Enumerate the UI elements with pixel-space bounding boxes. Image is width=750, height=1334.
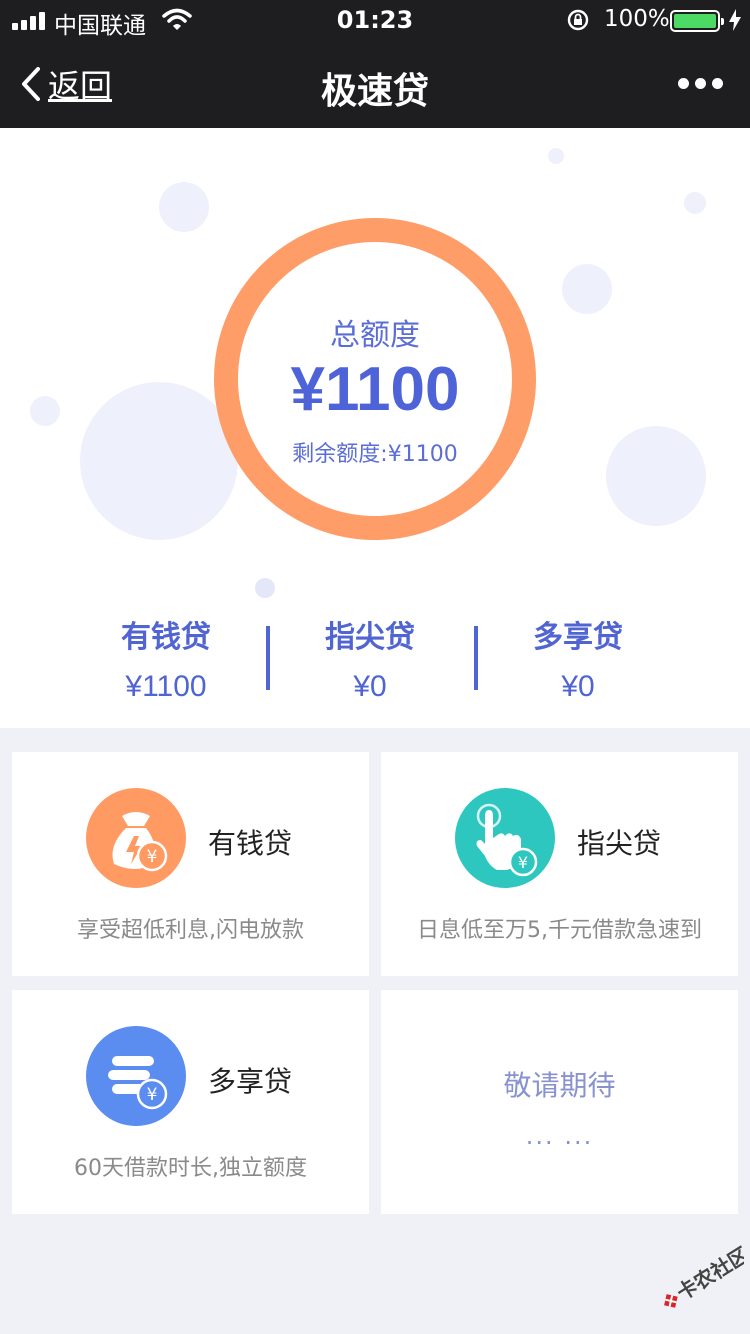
credit-ring: 总额度 ¥1100 剩余额度:¥1100 [214,218,536,540]
summary-name: 有钱贷 [121,620,211,655]
decor-bubble [548,148,564,164]
product-desc: 60天借款时长,独立额度 [74,1156,307,1181]
decor-bubble [606,426,706,526]
product-desc: 享受超低利息,闪电放款 [77,918,304,943]
product-title: 指尖贷 [577,827,662,860]
coming-soon-dots: ... ... [525,1122,594,1150]
summary-value: ¥1100 [125,670,207,703]
svg-text:¥: ¥ [147,1085,158,1105]
summary-item: 指尖贷 ¥0 [270,612,470,704]
decor-bubble [159,182,209,232]
decor-bubble [684,192,706,214]
page-title: 极速贷 [320,71,429,112]
summary-item: 多享贷 ¥0 [478,612,678,704]
summary-item: 有钱贷 ¥1100 [66,612,266,704]
nav-bar: 返回 极速贷 [0,40,750,128]
svg-text:¥: ¥ [518,853,528,872]
coming-soon-card: 敬请期待 ... ... [381,990,738,1214]
coming-soon-title: 敬请期待 [503,1069,616,1102]
battery-icon [670,10,724,32]
total-credit-amount: ¥1100 [290,355,460,424]
product-title: 多享贷 [208,1065,293,1098]
svg-text:卡农社区: 卡农社区 [672,1244,744,1305]
more-dot-icon [678,78,689,89]
watermark: 卡农社区 [648,1242,750,1310]
rotation-lock-icon [566,8,590,38]
summary-value: ¥0 [561,670,595,703]
battery-percent: 100% [604,6,670,32]
product-desc: 日息低至万5,千元借款急速到 [417,918,702,943]
more-dot-icon [712,78,723,89]
product-card-duoxiangdai[interactable]: ¥ 多享贷 60天借款时长,独立额度 [12,990,369,1214]
more-menu-button[interactable] [678,78,723,89]
decor-bubble [80,382,238,540]
decor-bubble [562,264,612,314]
status-bar: 中国联通 01:23 100% [0,0,750,40]
product-card-zhijiandai[interactable]: ¥ 指尖贷 日息低至万5,千元借款急速到 [381,752,738,976]
decor-bubble [255,578,275,598]
loan-summary: 有钱贷 ¥1100 指尖贷 ¥0 多享贷 ¥0 [0,612,750,704]
money-bag-icon: ¥ [86,788,186,888]
battery-level [674,14,716,28]
app-header: 中国联通 01:23 100% 返回 极速贷 [0,0,750,128]
product-title: 有钱贷 [208,827,293,860]
finger-tap-icon: ¥ [455,788,555,888]
more-dot-icon [695,78,706,89]
summary-name: 多享贷 [533,620,623,655]
total-credit-label: 总额度 [330,318,420,353]
svg-text:¥: ¥ [147,847,158,867]
credit-overview: 总额度 ¥1100 剩余额度:¥1100 有钱贷 ¥1100 指尖贷 ¥0 多享… [0,128,750,728]
knot-logo-icon: 卡农社区 [664,1242,750,1308]
summary-value: ¥0 [353,670,387,703]
charging-icon [728,8,742,38]
remaining-credit: 剩余额度:¥1100 [292,442,458,467]
summary-name: 指尖贷 [325,620,415,655]
decor-bubble [30,396,60,426]
product-card-youqiandai[interactable]: ¥ 有钱贷 享受超低利息,闪电放款 [12,752,369,976]
coin-stack-icon: ¥ [86,1026,186,1126]
